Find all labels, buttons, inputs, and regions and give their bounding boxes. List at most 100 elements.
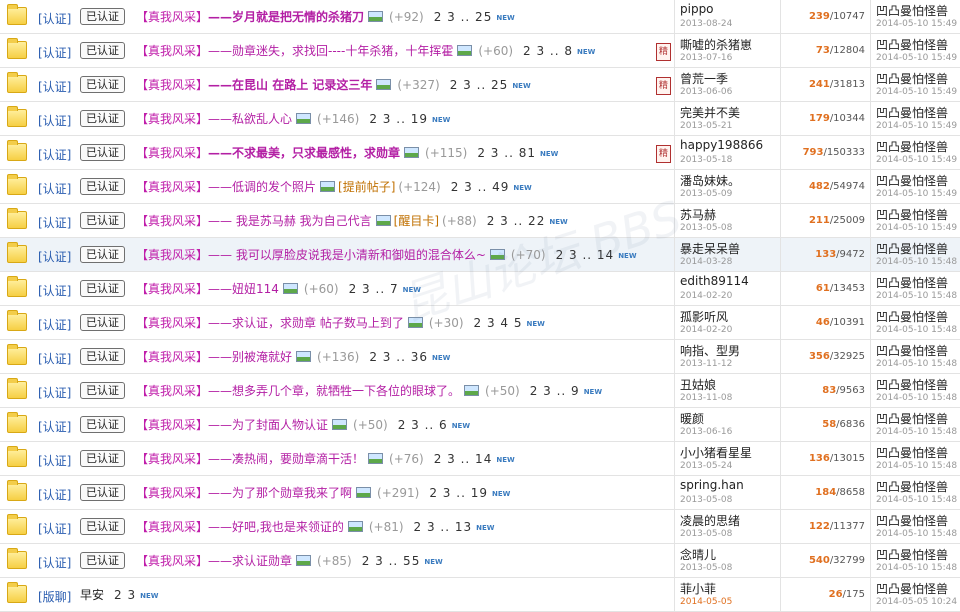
thread-pages-link[interactable]: 2 3 .. 22 [487, 214, 546, 228]
thread-prefix-link[interactable]: [认证] [38, 486, 71, 503]
thread-tag[interactable]: 【真我风采】 [136, 350, 208, 364]
thread-pages-link[interactable]: 2 3 [114, 588, 136, 602]
thread-prefix-link[interactable]: [认证] [38, 520, 71, 537]
thread-pages-link[interactable]: 2 3 .. 49 [451, 180, 510, 194]
folder-icon[interactable] [7, 242, 27, 263]
folder-icon[interactable] [7, 106, 27, 127]
thread-pages-link[interactable]: 2 3 .. 14 [556, 248, 615, 262]
thread-prefix-link[interactable]: [认证] [38, 248, 71, 265]
author-link[interactable]: 曾荒一季 [680, 70, 728, 87]
thread-title-link[interactable]: ——在昆山 在路上 记录这三年 [208, 78, 372, 92]
thread-pages-link[interactable]: 2 3 .. 7 [349, 282, 399, 296]
folder-icon[interactable] [7, 38, 27, 59]
last-poster-link[interactable]: 凹凸曼怕怪兽 [876, 172, 948, 189]
folder-icon[interactable] [7, 174, 27, 195]
thread-title-link[interactable]: ——为了那个勋章我来了啊 [208, 486, 352, 500]
thread-prefix-link[interactable]: [认证] [38, 10, 71, 27]
thread-tag[interactable]: 【真我风采】 [136, 384, 208, 398]
thread-title-link[interactable]: ——低调的发个照片 [208, 180, 316, 194]
last-poster-link[interactable]: 凹凸曼怕怪兽 [876, 512, 948, 529]
thread-pages-link[interactable]: 2 3 4 5 [474, 316, 523, 330]
thread-title-link[interactable]: ——想多弄几个章，就牺牲一下各位的眼球了。 [208, 384, 460, 398]
thread-pages-link[interactable]: 2 3 .. 19 [369, 112, 428, 126]
last-post-time-link[interactable]: 2014-05-10 15:49 [876, 53, 957, 63]
thread-tag[interactable]: 【真我风采】 [136, 10, 208, 24]
folder-icon[interactable] [7, 446, 27, 467]
author-link[interactable]: 苏马赫 [680, 206, 716, 223]
thread-tag[interactable]: 【真我风采】 [136, 282, 208, 296]
last-poster-link[interactable]: 凹凸曼怕怪兽 [876, 478, 948, 495]
last-post-time-link[interactable]: 2014-05-10 15:49 [876, 121, 957, 131]
author-link[interactable]: 暴走呆呆兽 [680, 240, 740, 257]
last-poster-link[interactable]: 凹凸曼怕怪兽 [876, 308, 948, 325]
folder-icon[interactable] [7, 480, 27, 501]
thread-pages-link[interactable]: 2 3 .. 19 [429, 486, 488, 500]
thread-pages-link[interactable]: 2 3 .. 25 [450, 78, 509, 92]
author-link[interactable]: edith89114 [680, 274, 749, 288]
last-poster-link[interactable]: 凹凸曼怕怪兽 [876, 580, 948, 597]
author-link[interactable]: 凌晨的思绪 [680, 512, 740, 529]
thread-tag[interactable]: 【真我风采】 [136, 78, 208, 92]
last-post-time-link[interactable]: 2014-05-10 15:48 [876, 257, 957, 267]
folder-icon[interactable] [7, 548, 27, 569]
thread-tag[interactable]: 【真我风采】 [136, 44, 208, 58]
last-post-time-link[interactable]: 2014-05-10 15:49 [876, 155, 957, 165]
thread-title-link[interactable]: ——妞妞114 [208, 282, 279, 296]
thread-tag[interactable]: 【真我风采】 [136, 554, 208, 568]
thread-title-link[interactable]: ——为了封面人物认证 [208, 418, 328, 432]
author-link[interactable]: 念晴儿 [680, 546, 716, 563]
thread-pages-link[interactable]: 2 3 .. 13 [414, 520, 473, 534]
thread-prefix-link[interactable]: [认证] [38, 554, 71, 571]
thread-pages-link[interactable]: 2 3 .. 36 [369, 350, 428, 364]
last-post-time-link[interactable]: 2014-05-10 15:49 [876, 189, 957, 199]
last-post-time-link[interactable]: 2014-05-10 15:49 [876, 87, 957, 97]
last-post-time-link[interactable]: 2014-05-10 15:48 [876, 427, 957, 437]
thread-pages-link[interactable]: 2 3 .. 6 [398, 418, 448, 432]
last-post-time-link[interactable]: 2014-05-10 15:48 [876, 563, 957, 573]
last-poster-link[interactable]: 凹凸曼怕怪兽 [876, 274, 948, 291]
last-poster-link[interactable]: 凹凸曼怕怪兽 [876, 104, 948, 121]
last-poster-link[interactable]: 凹凸曼怕怪兽 [876, 206, 948, 223]
last-poster-link[interactable]: 凹凸曼怕怪兽 [876, 36, 948, 53]
last-poster-link[interactable]: 凹凸曼怕怪兽 [876, 240, 948, 257]
last-poster-link[interactable]: 凹凸曼怕怪兽 [876, 546, 948, 563]
thread-title-link[interactable]: —— 我可以厚脸皮说我是小清新和御姐的混合体么~ [208, 248, 486, 262]
thread-pages-link[interactable]: 2 3 .. 8 [523, 44, 573, 58]
last-post-time-link[interactable]: 2014-05-10 15:48 [876, 529, 957, 539]
last-post-time-link[interactable]: 2014-05-10 15:48 [876, 291, 957, 301]
author-link[interactable]: 响指、型男 [680, 342, 740, 359]
last-poster-link[interactable]: 凹凸曼怕怪兽 [876, 70, 948, 87]
folder-icon[interactable] [7, 514, 27, 535]
last-post-time-link[interactable]: 2014-05-10 15:49 [876, 19, 957, 29]
author-link[interactable]: 丑姑娘 [680, 376, 716, 393]
thread-prefix-link[interactable]: [认证] [38, 78, 71, 95]
author-link[interactable]: 菲小菲 [680, 580, 716, 597]
folder-icon[interactable] [7, 412, 27, 433]
thread-title-link[interactable]: ——好吧,我也是来领证的 [208, 520, 344, 534]
thread-pages-link[interactable]: 2 3 .. 25 [434, 10, 493, 24]
thread-tag[interactable]: 【真我风采】 [136, 418, 208, 432]
thread-pages-link[interactable]: 2 3 .. 9 [530, 384, 580, 398]
thread-title-link[interactable]: ——不求最美，只求最感性，求勋章 [208, 146, 400, 160]
thread-tag[interactable]: 【真我风采】 [136, 180, 208, 194]
last-post-time-link[interactable]: 2014-05-10 15:49 [876, 223, 957, 233]
author-link[interactable]: 小小猪看星星 [680, 444, 752, 461]
folder-icon[interactable] [7, 378, 27, 399]
author-link[interactable]: 完美并不美 [680, 104, 740, 121]
thread-tag[interactable]: 【真我风采】 [136, 316, 208, 330]
thread-title-link[interactable]: ——别被淹就好 [208, 350, 292, 364]
thread-title-link[interactable]: ——求认证，求勋章 帖子数马上到了 [208, 316, 404, 330]
thread-pages-link[interactable]: 2 3 .. 55 [362, 554, 421, 568]
author-link[interactable]: 孤影听风 [680, 308, 728, 325]
folder-icon[interactable] [7, 72, 27, 93]
last-poster-link[interactable]: 凹凸曼怕怪兽 [876, 2, 948, 19]
author-link[interactable]: pippo [680, 2, 714, 16]
folder-icon[interactable] [7, 208, 27, 229]
thread-tag[interactable]: 【真我风采】 [136, 452, 208, 466]
last-poster-link[interactable]: 凹凸曼怕怪兽 [876, 376, 948, 393]
last-poster-link[interactable]: 凹凸曼怕怪兽 [876, 342, 948, 359]
last-poster-link[interactable]: 凹凸曼怕怪兽 [876, 444, 948, 461]
thread-title-link[interactable]: ——求认证勋章 [208, 554, 292, 568]
thread-prefix-link[interactable]: [认证] [38, 44, 71, 61]
thread-title-link[interactable]: ——凑热闹，要勋章滴干活！ [208, 452, 364, 466]
